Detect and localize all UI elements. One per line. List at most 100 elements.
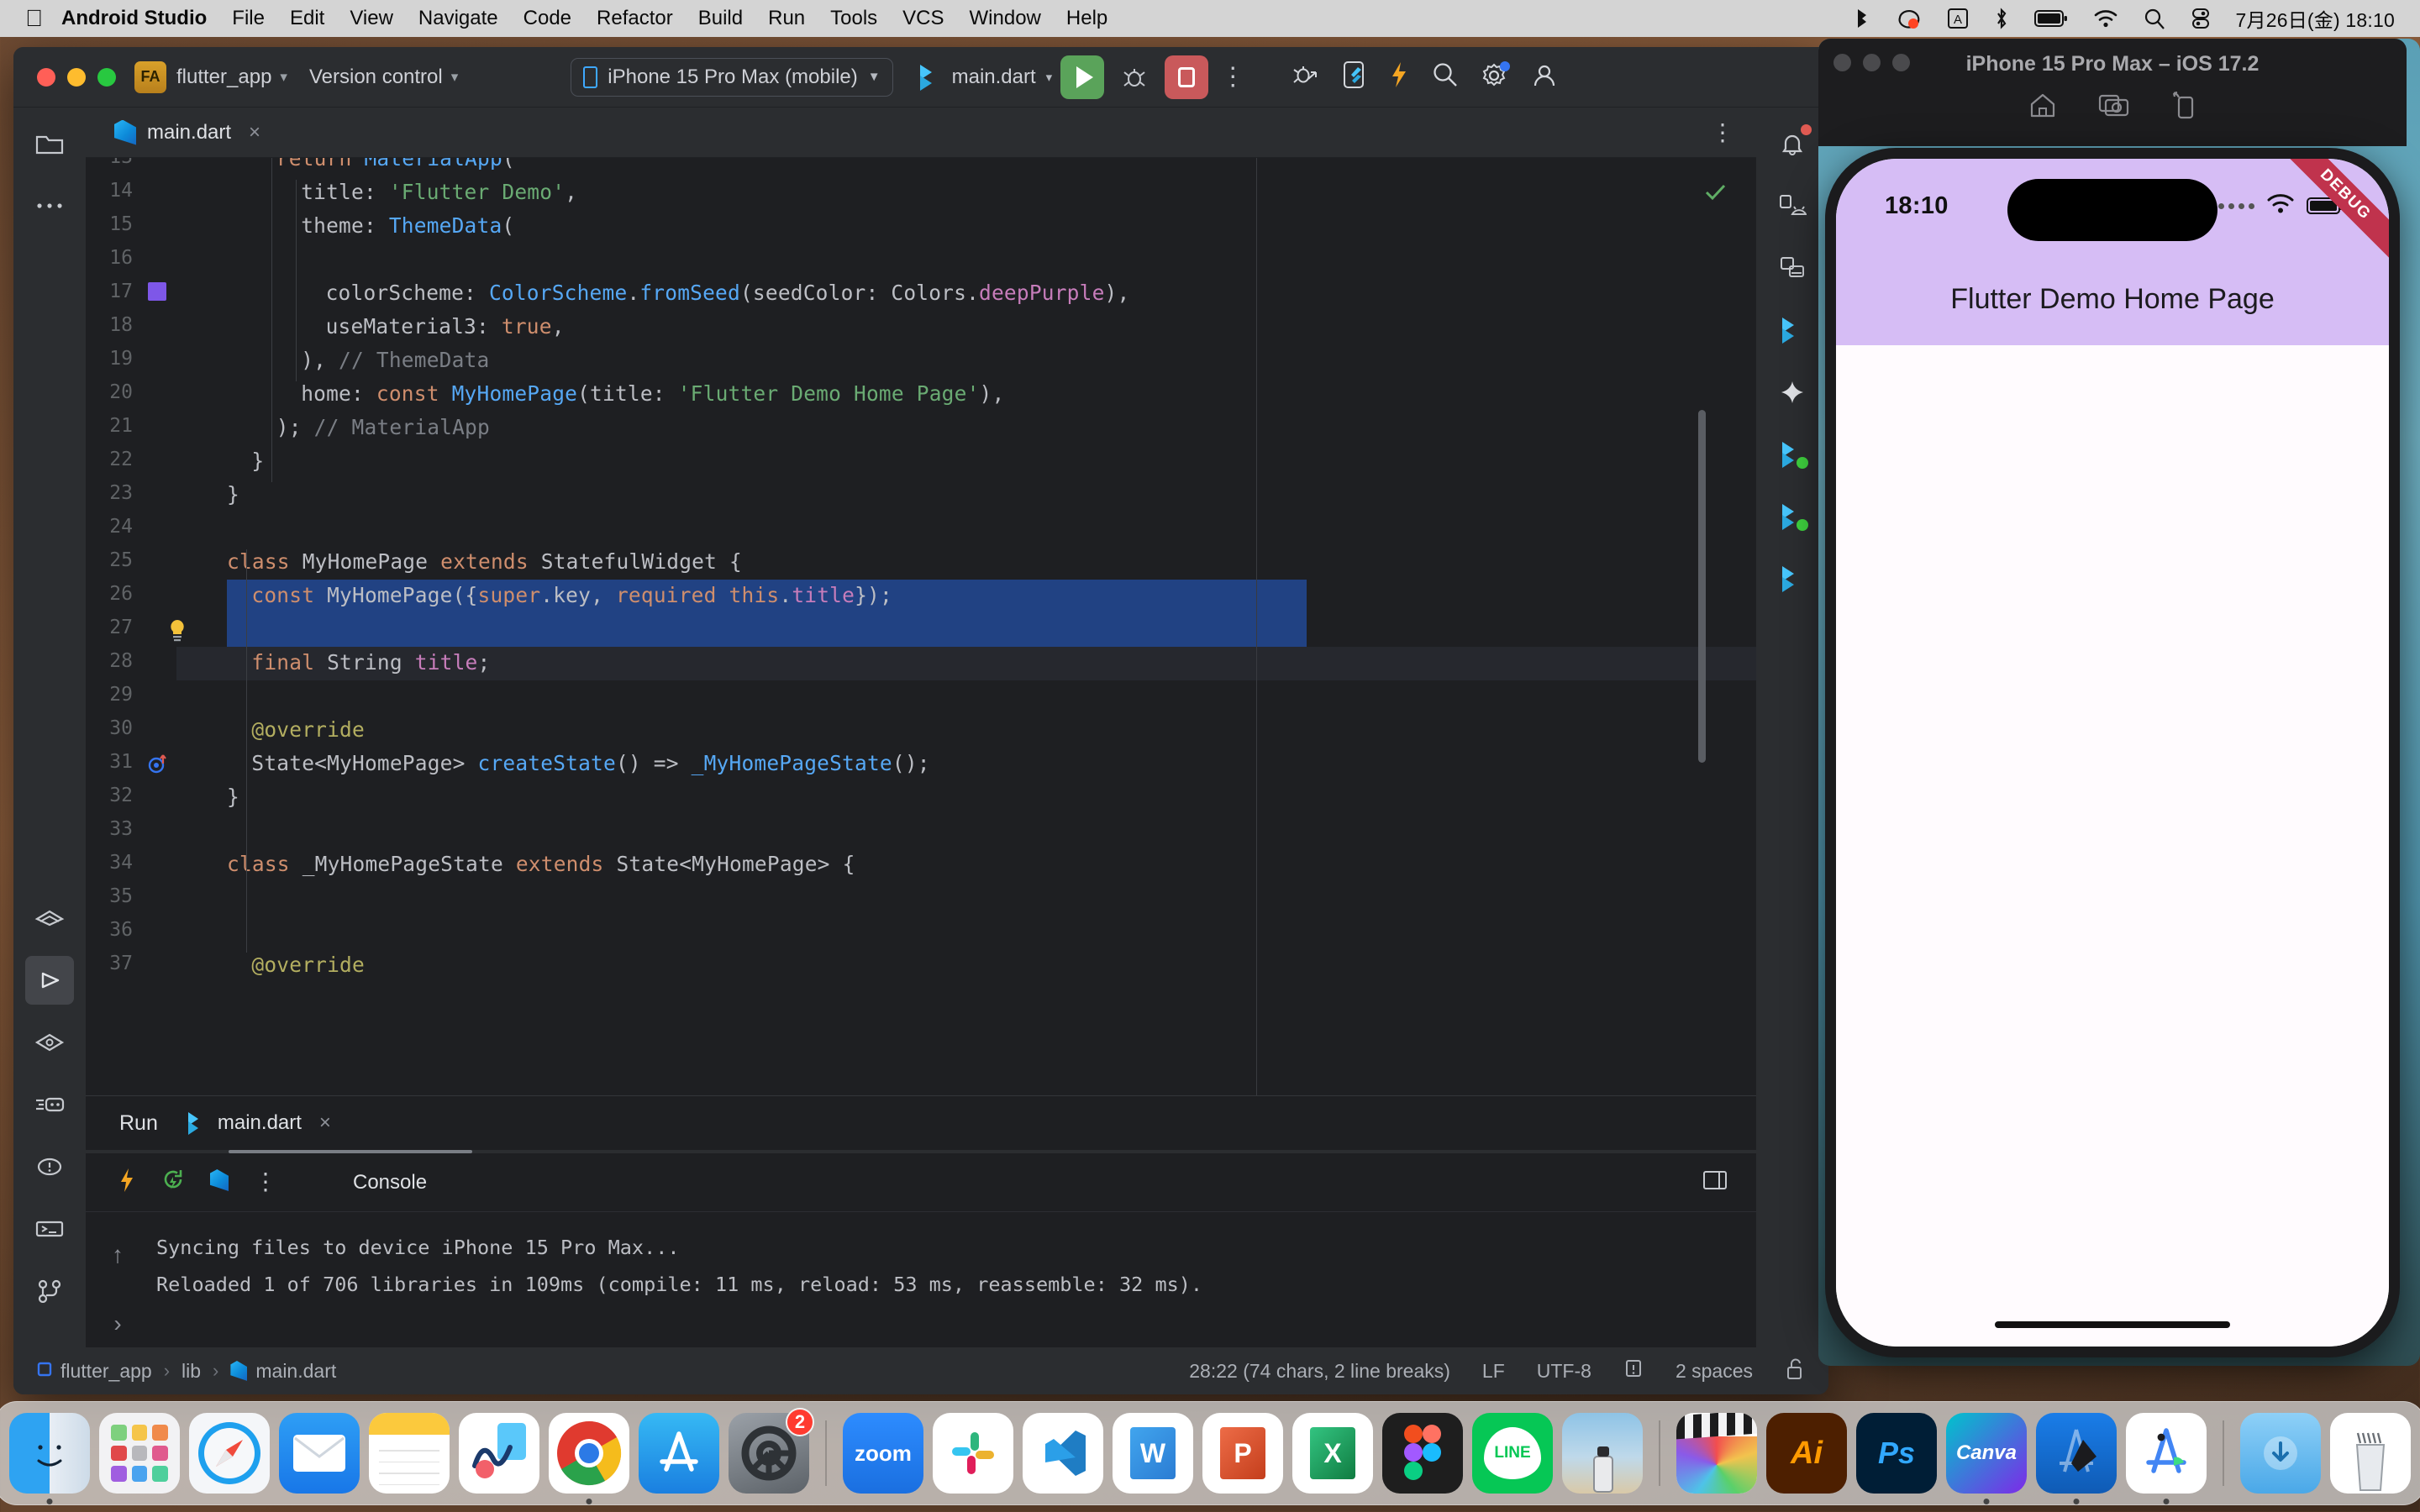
breadcrumb-file[interactable]: main.dart <box>255 1360 336 1383</box>
control-center-icon[interactable] <box>2191 8 2211 29</box>
battery-icon[interactable] <box>2033 9 2068 28</box>
code-line[interactable]: theme: ThemeData( <box>301 213 514 238</box>
dock-item-figma[interactable] <box>1382 1413 1463 1494</box>
dock-item-powerpoint[interactable]: P <box>1202 1413 1283 1494</box>
rotate-icon[interactable] <box>2170 91 2197 123</box>
more-tool-windows-icon[interactable] <box>25 181 74 230</box>
problems-icon[interactable] <box>25 1142 74 1191</box>
file-encoding[interactable]: UTF-8 <box>1537 1360 1591 1383</box>
menubar-clock[interactable]: 7月26日(金) 18:10 <box>2236 4 2395 33</box>
dock-item-android-studio[interactable] <box>2126 1413 2207 1504</box>
indent-setting[interactable]: 2 spaces <box>1676 1360 1753 1383</box>
menu-help[interactable]: Help <box>1066 7 1107 30</box>
dock-item-photoshop[interactable]: Ps <box>1856 1413 1937 1494</box>
dock-item-system-settings[interactable]: 2 <box>729 1408 814 1494</box>
chevron-down-icon[interactable]: ▾ <box>451 69 459 86</box>
menu-window[interactable]: Window <box>970 7 1041 30</box>
debug-icon[interactable] <box>25 1018 74 1067</box>
run-button[interactable] <box>1060 55 1105 99</box>
simulator-screen[interactable]: DEBUG 18:10 Flutter Demo Home Page <box>1836 159 2389 1347</box>
more-options-button[interactable]: ⋮ <box>1220 65 1245 90</box>
flutter-inspector-icon[interactable] <box>1768 430 1817 479</box>
caret-position[interactable]: 28:22 (74 chars, 2 line breaks) <box>1189 1360 1450 1383</box>
dock-item-excel[interactable]: X <box>1292 1413 1373 1494</box>
code-line[interactable]: final String title; <box>251 650 490 675</box>
chevron-down-icon[interactable]: ▾ <box>280 69 287 86</box>
device-selector[interactable]: iPhone 15 Pro Max (mobile) ▼ <box>571 57 893 97</box>
wifi-icon[interactable] <box>2093 8 2118 29</box>
hot-restart-icon[interactable] <box>161 1168 185 1197</box>
bookmarks-icon[interactable] <box>25 894 74 942</box>
version-control-button[interactable]: Version control <box>309 66 443 89</box>
inspection-status-icon[interactable] <box>1702 180 1728 209</box>
hot-reload-icon[interactable] <box>1388 60 1410 93</box>
code-line[interactable]: @override <box>251 953 365 977</box>
dock-item-xcode[interactable] <box>2036 1413 2117 1504</box>
run-icon[interactable] <box>25 956 74 1005</box>
dock-item-zoom[interactable]: zoom <box>843 1413 923 1494</box>
code-line[interactable]: return MaterialApp( <box>276 158 515 171</box>
dock-item-notes[interactable] <box>369 1413 450 1494</box>
spotlight-search-icon[interactable] <box>2144 8 2165 29</box>
open-devtools-icon[interactable] <box>210 1169 229 1195</box>
project-name-button[interactable]: flutter_app <box>176 66 271 89</box>
bluetooth-icon[interactable] <box>1994 7 2009 30</box>
dock-item-vscode[interactable] <box>1023 1413 1103 1494</box>
close-window-button[interactable] <box>37 67 55 87</box>
code-editor[interactable]: 13 14 15 16 17 18 19 20 21 22 23 24 25 26 27 28 29 30 31 32… <box>86 158 1756 1095</box>
search-everywhere-icon[interactable] <box>1432 61 1459 92</box>
code-line[interactable]: ); // MaterialApp <box>276 415 490 439</box>
run-configuration-selector[interactable]: main.dart ▾ <box>918 64 1052 91</box>
console-label[interactable]: Console <box>353 1171 427 1194</box>
close-run-tab-icon[interactable]: × <box>319 1111 331 1135</box>
dock-item-freeform[interactable] <box>459 1413 539 1494</box>
dock-item-downloads-folder[interactable] <box>2240 1413 2321 1494</box>
home-indicator[interactable] <box>1995 1321 2230 1328</box>
account-icon[interactable] <box>1531 61 1558 92</box>
dock-item-canva[interactable]: Canva <box>1946 1413 2027 1504</box>
override-marker-icon[interactable] <box>146 754 171 780</box>
breadcrumb-folder[interactable]: lib <box>182 1360 201 1383</box>
code-line[interactable]: class _MyHomePageState extends State<MyH… <box>227 852 855 876</box>
flutter-app-body[interactable] <box>1836 345 2389 1347</box>
dock-item-safari[interactable] <box>189 1413 270 1494</box>
menu-code[interactable]: Code <box>523 7 571 30</box>
code-line[interactable]: title: 'Flutter Demo', <box>301 180 577 204</box>
dock-item-trash[interactable] <box>2330 1413 2411 1494</box>
menu-build[interactable]: Build <box>698 7 743 30</box>
color-swatch-deeppurple[interactable] <box>148 282 166 301</box>
terminal-icon[interactable] <box>25 1205 74 1253</box>
menu-tools[interactable]: Tools <box>830 7 877 30</box>
menu-view[interactable]: View <box>350 7 393 30</box>
debug-button[interactable] <box>1113 55 1156 99</box>
screenshot-icon[interactable] <box>2098 91 2130 123</box>
warning-icon[interactable] <box>1623 1358 1644 1384</box>
bluetooth-stack-icon[interactable] <box>1853 8 1871 29</box>
dock-item-final-cut-pro[interactable] <box>1676 1413 1757 1494</box>
notifications-icon[interactable] <box>1768 119 1817 168</box>
version-control-icon[interactable] <box>25 1267 74 1315</box>
device-manager-icon[interactable] <box>1768 181 1817 230</box>
run-tab-main-dart[interactable]: main.dart × <box>180 1111 338 1135</box>
flutter-outline-icon[interactable] <box>1768 492 1817 541</box>
code-line[interactable]: class MyHomePage extends StatefulWidget … <box>227 549 742 574</box>
flutter-performance-icon[interactable] <box>1768 554 1817 603</box>
menu-refactor[interactable]: Refactor <box>597 7 673 30</box>
project-icon[interactable] <box>25 119 74 168</box>
console-output-area[interactable]: ↑ › Syncing files to device iPhone 15 Pr… <box>86 1212 1756 1347</box>
dock-item-app-store[interactable] <box>639 1413 719 1494</box>
unlocked-icon[interactable] <box>1785 1357 1805 1385</box>
code-line[interactable]: @override <box>251 717 365 742</box>
line-ending[interactable]: LF <box>1482 1360 1505 1383</box>
dock-item-slack[interactable] <box>933 1413 1013 1494</box>
menubar-app-name[interactable]: Android Studio <box>61 7 207 30</box>
dock-item-mail[interactable] <box>279 1413 360 1494</box>
input-source-A-icon[interactable]: A <box>1947 8 1969 29</box>
flutter-icon[interactable] <box>1768 306 1817 354</box>
code-line[interactable]: useMaterial3: true, <box>326 314 565 339</box>
gemini-icon[interactable] <box>1768 368 1817 417</box>
stop-button[interactable] <box>1165 55 1209 99</box>
flutter-device-icon[interactable] <box>1341 60 1366 93</box>
code-line[interactable]: } <box>227 482 239 507</box>
split-layout-icon[interactable] <box>1702 1169 1728 1195</box>
